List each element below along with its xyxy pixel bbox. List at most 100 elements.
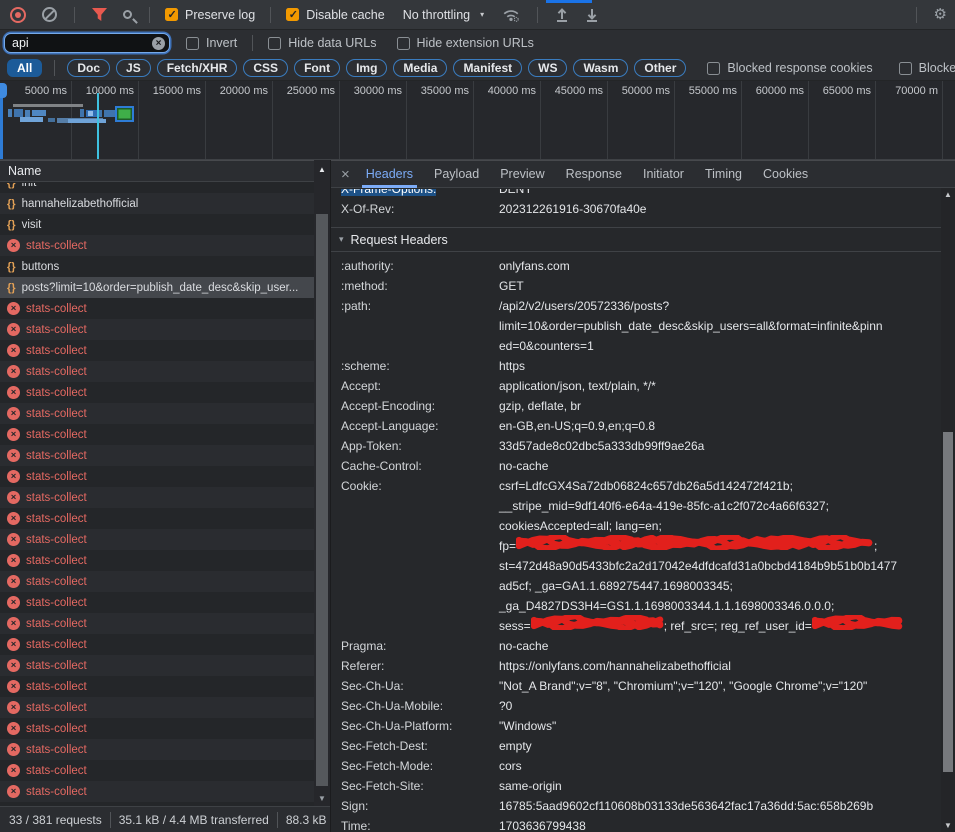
request-row[interactable]: ×stats-collect — [0, 340, 314, 361]
hide-extension-urls-checkbox[interactable]: Hide extension URLs — [397, 36, 534, 50]
upload-icon — [555, 7, 569, 22]
header-row: Sec-Fetch-Dest:empty — [331, 736, 942, 756]
divider — [537, 7, 538, 23]
request-row[interactable]: ×stats-collect — [0, 529, 314, 550]
header-value-line: 33d57ade8c02dbc5a333db99ff9ae26a — [499, 436, 942, 456]
request-list-scrollbar[interactable]: ▲ ▼ — [314, 160, 330, 806]
tab-response[interactable]: Response — [560, 161, 628, 188]
scrollbar-thumb[interactable] — [943, 432, 953, 772]
clear-button[interactable] — [40, 4, 59, 26]
redaction-scribble — [516, 535, 874, 556]
type-filter-doc[interactable]: Doc — [67, 59, 110, 77]
tab-initiator[interactable]: Initiator — [637, 161, 690, 188]
request-row[interactable]: {}init — [0, 183, 314, 193]
network-overview[interactable]: 5000 ms10000 ms15000 ms20000 ms25000 ms3… — [0, 81, 955, 160]
request-row[interactable]: {}buttons — [0, 256, 314, 277]
type-filter-wasm[interactable]: Wasm — [573, 59, 628, 77]
header-value: GET — [499, 276, 942, 296]
type-filter-other[interactable]: Other — [634, 59, 686, 77]
blocked-requests-checkbox[interactable]: Blocked requests — [899, 61, 955, 75]
hide-extension-urls-label: Hide extension URLs — [417, 36, 534, 50]
header-row: Sec-Fetch-Mode:cors — [331, 756, 942, 776]
type-filter-css[interactable]: CSS — [243, 59, 288, 77]
disable-cache-checkbox[interactable]: Disable cache — [286, 8, 385, 22]
request-row[interactable]: ×stats-collect — [0, 760, 314, 781]
request-row[interactable]: ×stats-collect — [0, 781, 314, 802]
request-row[interactable]: ×stats-collect — [0, 424, 314, 445]
request-headers-section[interactable]: ▾ Request Headers — [331, 228, 942, 252]
type-filter-media[interactable]: Media — [393, 59, 447, 77]
request-row[interactable]: ×stats-collect — [0, 235, 314, 256]
name-column-header[interactable]: Name — [0, 160, 330, 182]
scroll-down-icon[interactable]: ▼ — [314, 794, 330, 803]
details-scrollbar[interactable]: ▲ ▼ — [941, 188, 955, 832]
throttling-dropdown[interactable]: No throttling ▾ — [401, 4, 486, 26]
disable-cache-label: Disable cache — [306, 8, 385, 22]
request-row[interactable]: {}visit — [0, 214, 314, 235]
request-row[interactable]: ×stats-collect — [0, 319, 314, 340]
type-filter-ws[interactable]: WS — [528, 59, 567, 77]
request-row[interactable]: ×stats-collect — [0, 445, 314, 466]
search-button[interactable] — [121, 4, 134, 26]
hide-data-urls-checkbox[interactable]: Hide data URLs — [268, 36, 376, 50]
request-row[interactable]: ×stats-collect — [0, 466, 314, 487]
tab-preview[interactable]: Preview — [494, 161, 550, 188]
filter-toggle-button[interactable] — [90, 4, 109, 26]
request-row[interactable]: ×stats-collect — [0, 508, 314, 529]
request-row[interactable]: ×stats-collect — [0, 571, 314, 592]
request-row[interactable]: ×stats-collect — [0, 697, 314, 718]
header-row: Sec-Ch-Ua-Platform:"Windows" — [331, 716, 942, 736]
type-filter-fetch-xhr[interactable]: Fetch/XHR — [157, 59, 238, 77]
error-icon: × — [7, 638, 20, 651]
settings-button[interactable]: ⚙ — [932, 4, 949, 26]
tab-cookies[interactable]: Cookies — [757, 161, 814, 188]
preserve-log-checkbox[interactable]: Preserve log — [165, 8, 255, 22]
hide-data-urls-label: Hide data URLs — [288, 36, 376, 50]
type-filter-js[interactable]: JS — [116, 59, 151, 77]
request-row[interactable]: ×stats-collect — [0, 634, 314, 655]
tab-payload[interactable]: Payload — [428, 161, 485, 188]
request-row[interactable]: ×stats-collect — [0, 382, 314, 403]
request-row[interactable]: ×stats-collect — [0, 550, 314, 571]
blocked-response-cookies-checkbox[interactable]: Blocked response cookies — [707, 61, 872, 75]
json-braces-icon: {} — [7, 219, 16, 231]
request-row[interactable]: ×stats-collect — [0, 676, 314, 697]
request-row[interactable]: ×stats-collect — [0, 613, 314, 634]
request-row[interactable]: {}posts?limit=10&order=publish_date_desc… — [0, 277, 314, 298]
import-har-button[interactable] — [553, 4, 571, 26]
request-name: stats-collect — [26, 723, 87, 735]
waterfall-bar — [13, 104, 83, 107]
request-row[interactable]: ×stats-collect — [0, 718, 314, 739]
request-row[interactable]: {}hannahelizabethofficial — [0, 193, 314, 214]
request-row[interactable]: ×stats-collect — [0, 655, 314, 676]
export-har-button[interactable] — [583, 4, 601, 26]
close-icon[interactable]: × — [341, 167, 350, 182]
scrollbar-thumb[interactable] — [316, 214, 328, 786]
request-row[interactable]: ×stats-collect — [0, 298, 314, 319]
type-filter-img[interactable]: Img — [346, 59, 387, 77]
filter-input[interactable] — [4, 33, 170, 53]
selection-handle[interactable] — [0, 83, 7, 98]
scroll-up-icon[interactable]: ▲ — [314, 165, 330, 174]
checkbox-icon — [397, 37, 410, 50]
type-filter-font[interactable]: Font — [294, 59, 340, 77]
type-filter-all[interactable]: All — [7, 59, 42, 77]
request-row[interactable]: ×stats-collect — [0, 361, 314, 382]
invert-checkbox[interactable]: Invert — [186, 36, 237, 50]
record-button[interactable] — [8, 4, 28, 26]
response-headers-rows: X-Frame-Options:DENYX-Of-Rev:20231226191… — [331, 189, 942, 219]
selected-text: X-Frame-Options: — [341, 189, 436, 196]
request-row[interactable]: ×stats-collect — [0, 487, 314, 508]
request-row[interactable]: ×stats-collect — [0, 592, 314, 613]
clear-filter-icon[interactable]: × — [152, 37, 165, 50]
header-value: cors — [499, 756, 942, 776]
scroll-up-icon[interactable]: ▲ — [941, 190, 955, 199]
request-row[interactable]: ×stats-collect — [0, 403, 314, 424]
network-conditions-button[interactable] — [500, 4, 522, 26]
tab-timing[interactable]: Timing — [699, 161, 748, 188]
scroll-down-icon[interactable]: ▼ — [941, 821, 955, 830]
request-row[interactable]: ×stats-collect — [0, 739, 314, 760]
tab-headers[interactable]: Headers — [360, 161, 419, 188]
header-value-line: fp=; — [499, 536, 942, 556]
type-filter-manifest[interactable]: Manifest — [453, 59, 522, 77]
